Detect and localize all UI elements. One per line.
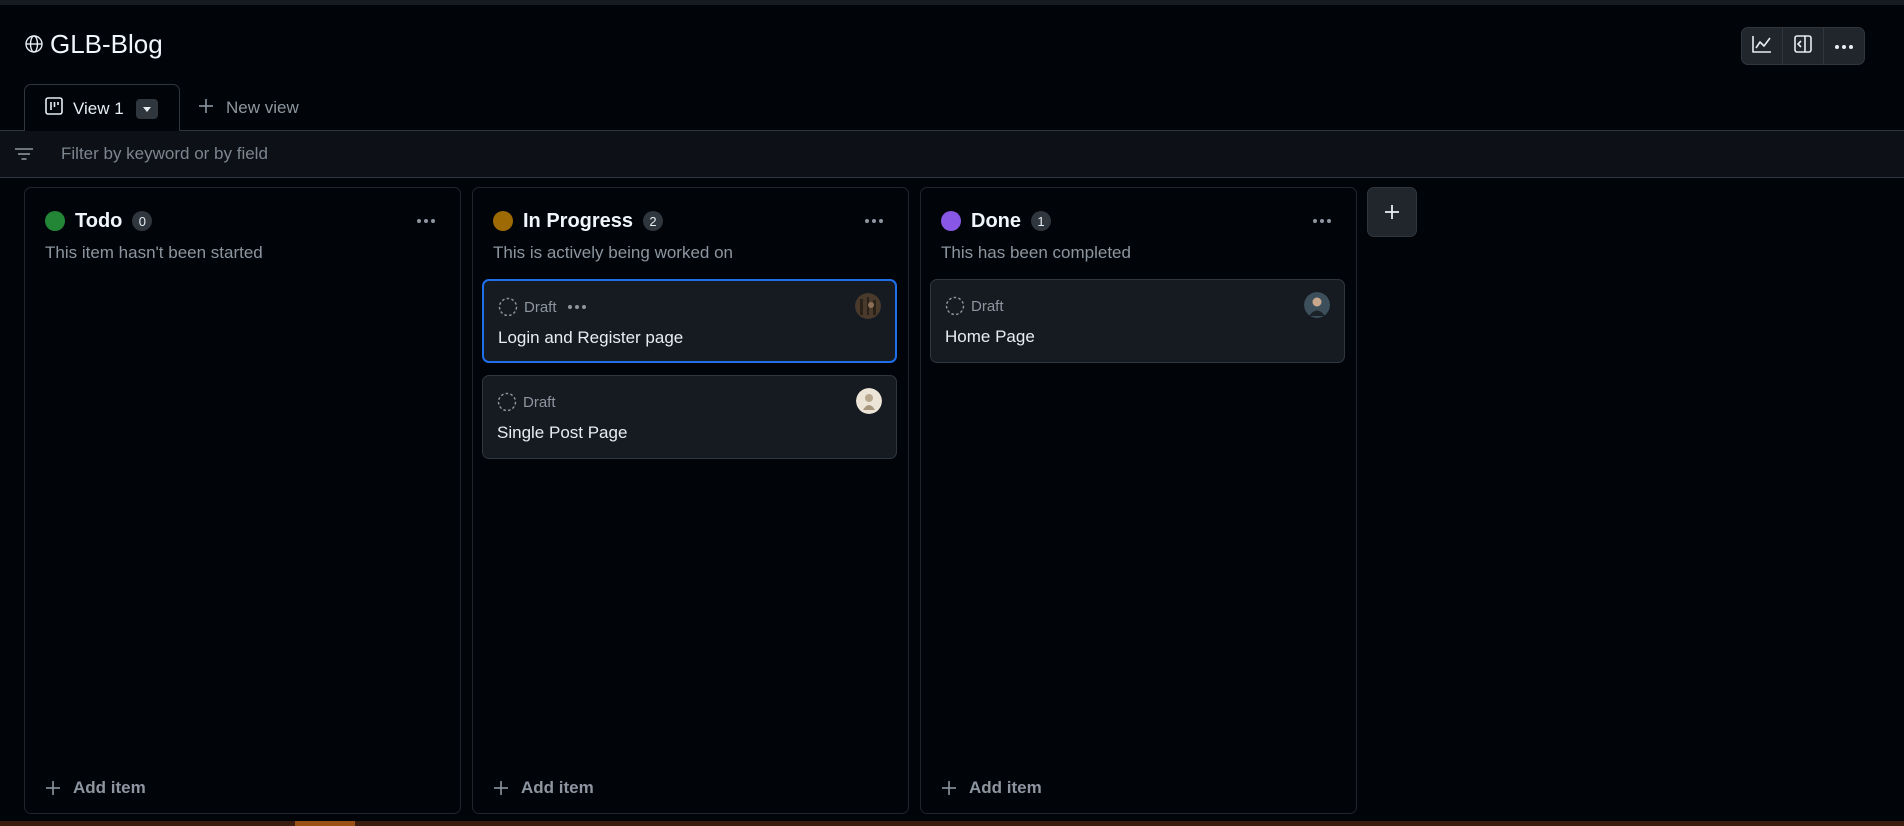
card-meta: Draft [497, 390, 556, 414]
column-todo: Todo 0 This item hasn't been started Add… [24, 187, 461, 814]
avatar [1304, 292, 1330, 318]
filter-bar [0, 131, 1904, 178]
card-item[interactable]: Draft Single Post Page [482, 375, 897, 459]
draft-label: Draft [524, 298, 557, 316]
more-options-button[interactable] [1824, 28, 1864, 64]
panel-toggle-button[interactable] [1783, 28, 1824, 64]
card-item[interactable]: Draft Home Page [930, 279, 1345, 363]
status-dot [493, 211, 513, 231]
draft-circle-icon [945, 296, 965, 316]
add-item-button[interactable]: Add item [45, 775, 146, 801]
add-item-label: Add item [969, 778, 1042, 797]
draft-circle-icon [498, 297, 518, 317]
column-name: Done [971, 209, 1021, 232]
column-header: Todo 0 [45, 208, 440, 234]
column-description: This has been completed [941, 243, 1131, 262]
project-board-icon [44, 96, 64, 121]
new-view-button[interactable]: New view [198, 96, 299, 120]
column-description: This item hasn't been started [45, 243, 263, 262]
kebab-horizontal-icon [1313, 219, 1331, 223]
globe-icon [24, 34, 44, 54]
view-tabs: View 1 New view [0, 84, 1904, 132]
item-count-badge: 1 [1031, 211, 1051, 231]
item-count-badge: 0 [132, 211, 153, 231]
column-menu-button[interactable] [1308, 208, 1336, 234]
plus-icon [494, 781, 508, 795]
plus-icon [942, 781, 956, 795]
column-name: In Progress [523, 209, 634, 232]
item-count-badge: 2 [643, 211, 664, 231]
add-column-button[interactable] [1367, 187, 1417, 237]
avatar [855, 293, 881, 319]
filter-icon [13, 143, 35, 165]
plus-icon [198, 98, 214, 119]
add-item-button[interactable]: Add item [493, 775, 594, 801]
top-border [0, 0, 1904, 5]
plus-icon [1385, 205, 1399, 219]
card-meta: Draft [945, 294, 1004, 318]
add-item-button[interactable]: Add item [941, 775, 1042, 801]
insights-button[interactable] [1742, 28, 1783, 64]
column-name: Todo [75, 209, 123, 232]
avatar [856, 388, 882, 414]
card-item[interactable]: Draft Login and Register page [482, 279, 897, 363]
graph-icon [1751, 34, 1773, 59]
sidebar-expand-icon [1793, 34, 1813, 59]
card-title: Single Post Page [497, 423, 628, 442]
status-dot [941, 211, 961, 231]
card-title: Login and Register page [498, 328, 684, 347]
draft-label: Draft [523, 393, 556, 411]
draft-label: Draft [971, 297, 1004, 315]
column-header: Done 1 [941, 208, 1336, 234]
status-dot [45, 211, 65, 231]
bottom-border [0, 821, 1904, 826]
column-menu-button[interactable] [412, 208, 440, 234]
triangle-down-icon [142, 100, 152, 118]
kebab-horizontal-icon [567, 305, 586, 309]
column-menu-button[interactable] [860, 208, 888, 234]
project-toolbar [1741, 27, 1865, 65]
draft-circle-icon [497, 392, 517, 412]
plus-icon [46, 781, 60, 795]
new-view-label: New view [226, 98, 299, 117]
kebab-horizontal-icon [1834, 37, 1854, 55]
card-meta: Draft [498, 295, 587, 319]
project-title: GLB-Blog [50, 28, 163, 59]
card-options-button[interactable] [567, 304, 587, 310]
filter-input[interactable] [61, 144, 861, 164]
column-done: Done 1 This has been completed Draft Hom… [920, 187, 1357, 814]
column-description: This is actively being worked on [493, 243, 734, 262]
view-options-dropdown[interactable] [135, 98, 158, 119]
tab-view-1[interactable]: View 1 [24, 84, 180, 132]
add-item-label: Add item [73, 778, 146, 797]
tab-label: View 1 [73, 98, 124, 118]
column-header: In Progress 2 [493, 208, 888, 234]
kebab-horizontal-icon [417, 219, 435, 223]
project-header: GLB-Blog [24, 26, 163, 62]
kebab-horizontal-icon [865, 219, 883, 223]
add-item-label: Add item [521, 778, 594, 797]
card-title: Home Page [945, 327, 1035, 346]
column-in-progress: In Progress 2 This is actively being wor… [472, 187, 909, 814]
